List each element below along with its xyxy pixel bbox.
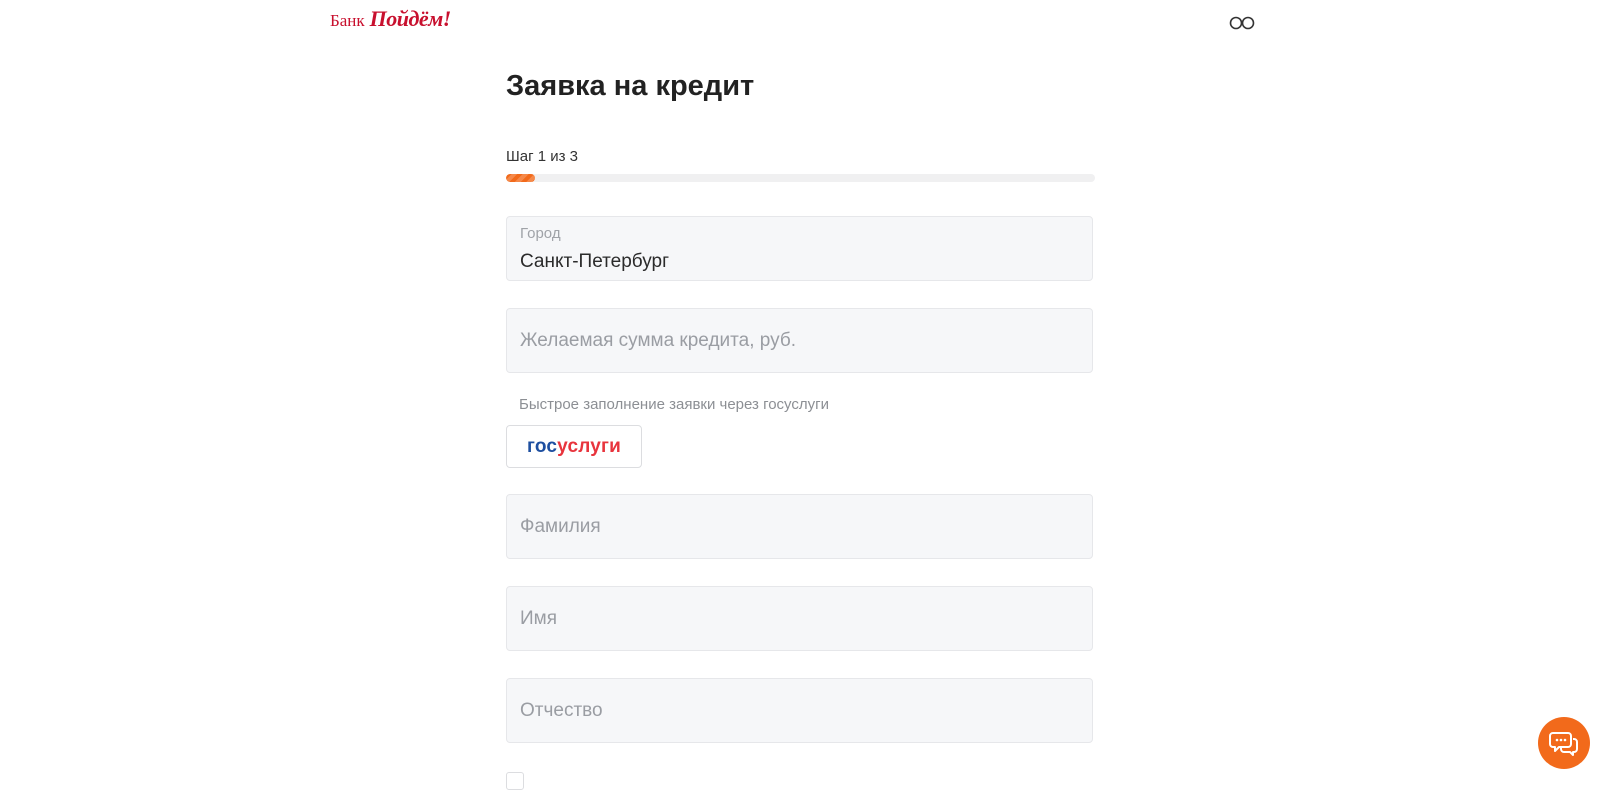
site-header: Банк Пойдём! bbox=[0, 0, 1600, 48]
last-name-placeholder: Фамилия bbox=[520, 516, 601, 537]
step-indicator: Шаг 1 из 3 bbox=[506, 148, 579, 165]
loan-amount-placeholder: Желаемая сумма кредита, руб. bbox=[520, 330, 796, 351]
progress-fill bbox=[506, 174, 536, 182]
glasses-icon[interactable] bbox=[1228, 14, 1256, 32]
gosuslugi-logo-part2: услуги bbox=[557, 435, 622, 457]
logo-brand-text: Пойдём! bbox=[369, 6, 452, 31]
loan-amount-field[interactable]: Желаемая сумма кредита, руб. bbox=[506, 308, 1093, 373]
city-label: Город bbox=[520, 225, 561, 242]
last-name-field[interactable]: Фамилия bbox=[506, 494, 1093, 559]
first-name-field[interactable]: Имя bbox=[506, 586, 1093, 651]
gosuslugi-button[interactable]: гос услуги bbox=[506, 425, 642, 468]
chat-button[interactable] bbox=[1538, 717, 1590, 769]
city-field[interactable]: Город Санкт-Петербург bbox=[506, 216, 1093, 281]
logo-bank-text: Банк bbox=[330, 11, 365, 30]
patronymic-field[interactable]: Отчество bbox=[506, 678, 1093, 743]
bank-logo[interactable]: Банк Пойдём! bbox=[330, 6, 451, 32]
progress-bar bbox=[506, 174, 1095, 182]
consent-checkbox[interactable] bbox=[506, 772, 524, 790]
page-title: Заявка на кредит bbox=[506, 70, 755, 102]
chat-bubbles-icon bbox=[1549, 732, 1578, 756]
gosuslugi-logo-part1: гос bbox=[526, 435, 558, 457]
gosuslugi-hint: Быстрое заполнение заявки через госуслуг… bbox=[519, 396, 829, 413]
city-value: Санкт-Петербург bbox=[520, 251, 670, 272]
first-name-placeholder: Имя bbox=[520, 608, 558, 629]
patronymic-placeholder: Отчество bbox=[520, 700, 603, 721]
